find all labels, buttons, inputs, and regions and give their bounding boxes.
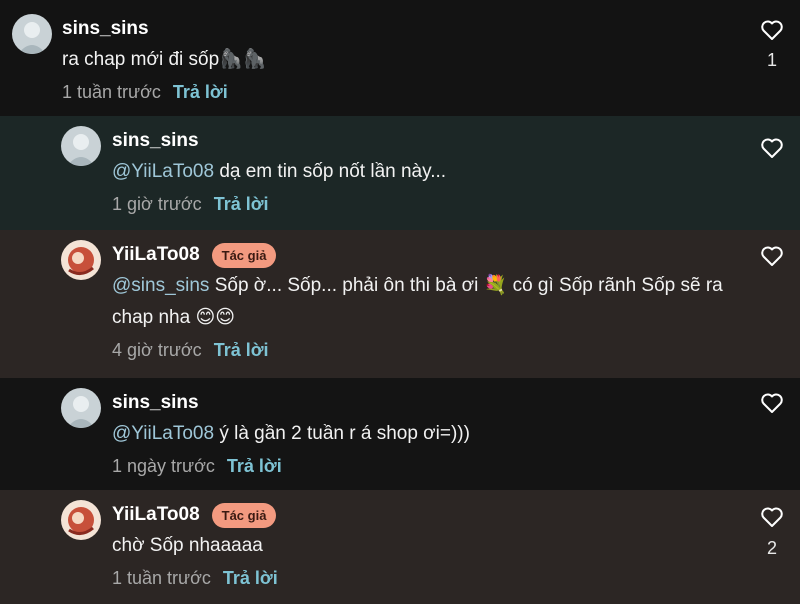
heart-outline-icon[interactable] — [760, 137, 784, 159]
avatar[interactable] — [61, 126, 101, 166]
reply-button[interactable]: Trả lời — [223, 568, 278, 588]
heart-outline-icon[interactable] — [760, 245, 784, 267]
comment-content: chờ Sốp nhaaaaa — [112, 535, 263, 556]
comment-text: @sins_sins Sốp ờ... Sốp... phải ôn thi b… — [112, 270, 730, 334]
reply-item: YiiLaTo08 Tác giả chờ Sốp nhaaaaa 1 tuần… — [0, 490, 800, 604]
reply-item: sins_sins @YiiLaTo08 ý là gần 2 tuần r á… — [0, 378, 800, 490]
comment-body: YiiLaTo08 Tác giả chờ Sốp nhaaaaa 1 tuần… — [112, 502, 730, 592]
timestamp: 1 ngày trước — [112, 456, 215, 476]
avatar[interactable] — [61, 240, 101, 280]
reply-button[interactable]: Trả lời — [173, 82, 228, 102]
comment-body: sins_sins @YiiLaTo08 ý là gần 2 tuần r á… — [112, 390, 730, 480]
reply-button[interactable]: Trả lời — [214, 194, 269, 214]
author-badge: Tác giả — [211, 242, 277, 268]
timestamp: 4 giờ trước — [112, 340, 202, 360]
comment-text: chờ Sốp nhaaaaa — [112, 530, 730, 562]
reply-button[interactable]: Trả lời — [214, 340, 269, 360]
comment-meta: 1 giờ trước Trả lời — [112, 190, 730, 218]
like-count: 2 — [766, 538, 777, 558]
reply-item: YiiLaTo08 Tác giả @sins_sins Sốp ờ... Số… — [0, 230, 800, 378]
heart-outline-icon[interactable] — [760, 392, 784, 414]
reply-button[interactable]: Trả lời — [227, 456, 282, 476]
username[interactable]: YiiLaTo08 — [112, 504, 200, 526]
comment-body: sins_sins @YiiLaTo08 dạ em tin sốp nốt l… — [112, 128, 730, 218]
comment-text: ra chap mới đi sốp🦍🦍 — [62, 44, 730, 76]
comment-body: sins_sins ra chap mới đi sốp🦍🦍 1 tuần tr… — [62, 16, 730, 106]
avatar[interactable] — [12, 14, 52, 54]
comment-content: dạ em tin sốp nốt lần này... — [214, 161, 447, 182]
username[interactable]: sins_sins — [112, 392, 199, 414]
comment-meta: 1 ngày trước Trả lời — [112, 452, 730, 480]
author-badge: Tác giả — [211, 502, 277, 528]
comment-item: sins_sins ra chap mới đi sốp🦍🦍 1 tuần tr… — [0, 0, 800, 116]
heart-outline-icon[interactable] — [760, 19, 784, 41]
timestamp: 1 tuần trước — [112, 568, 211, 588]
like-count: 1 — [766, 50, 777, 70]
mention-link[interactable]: @YiiLaTo08 — [112, 423, 214, 444]
username[interactable]: YiiLaTo08 — [112, 244, 200, 266]
comment-text: @YiiLaTo08 ý là gần 2 tuần r á shop ơi=)… — [112, 418, 730, 450]
avatar[interactable] — [61, 388, 101, 428]
comment-meta: 4 giờ trước Trả lời — [112, 336, 730, 364]
mention-link[interactable]: @sins_sins — [112, 275, 209, 296]
username[interactable]: sins_sins — [62, 18, 149, 40]
comment-content: ra chap mới đi sốp🦍🦍 — [62, 49, 267, 70]
avatar[interactable] — [61, 500, 101, 540]
username[interactable]: sins_sins — [112, 130, 199, 152]
reply-item: sins_sins @YiiLaTo08 dạ em tin sốp nốt l… — [0, 116, 800, 230]
mention-link[interactable]: @YiiLaTo08 — [112, 161, 214, 182]
timestamp: 1 tuần trước — [62, 82, 161, 102]
comment-meta: 1 tuần trước Trả lời — [62, 78, 730, 106]
timestamp: 1 giờ trước — [112, 194, 202, 214]
heart-outline-icon[interactable] — [760, 506, 784, 528]
comment-content: ý là gần 2 tuần r á shop ơi=))) — [214, 423, 470, 444]
comment-text: @YiiLaTo08 dạ em tin sốp nốt lần này... — [112, 156, 730, 188]
comment-meta: 1 tuần trước Trả lời — [112, 564, 730, 592]
comment-body: YiiLaTo08 Tác giả @sins_sins Sốp ờ... Số… — [112, 242, 730, 364]
